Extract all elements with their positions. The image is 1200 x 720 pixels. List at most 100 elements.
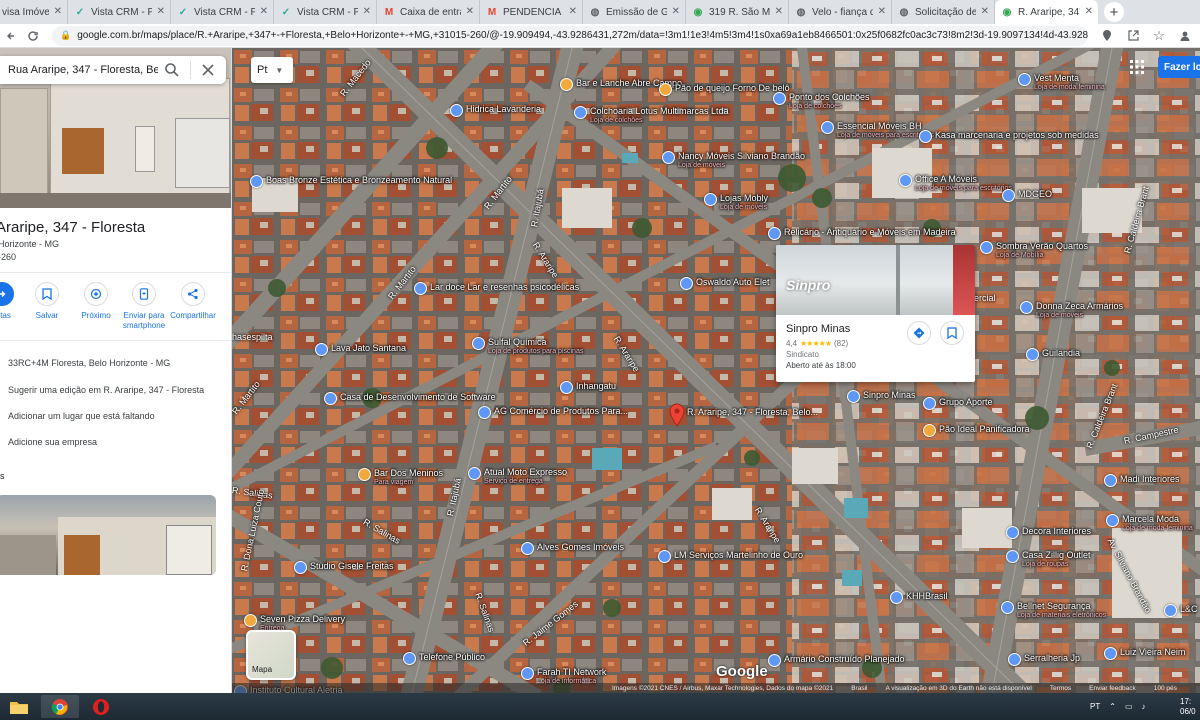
map-place-label[interactable]: Luiz Vieira Neim [1120, 647, 1185, 657]
browser-tab[interactable]: ◍ Solicitação de De ✕ [892, 0, 995, 24]
browser-tab[interactable]: ✓ Vista CRM - PREV ✕ [274, 0, 377, 24]
card-directions-button[interactable] [907, 321, 931, 345]
place-pin-icon[interactable] [899, 174, 912, 187]
new-tab-button[interactable]: + [1104, 2, 1124, 22]
keyboard-language[interactable]: PT [1090, 702, 1100, 711]
place-pin-icon[interactable] [1008, 653, 1021, 666]
map-place-label[interactable]: Sulfal Química Loja de produtos para pisc… [488, 337, 583, 357]
map-place-label[interactable]: MDGEO [1018, 189, 1052, 199]
place-pin-icon[interactable] [1164, 604, 1177, 617]
tab-close-icon[interactable]: ✕ [672, 6, 680, 17]
restaurant-pin-icon[interactable] [659, 83, 672, 96]
suggest-edit-link[interactable]: Sugerir uma edição em R. Araripe, 347 - … [8, 385, 204, 395]
place-pin-icon[interactable] [662, 151, 675, 164]
place-pin-icon[interactable] [1104, 474, 1117, 487]
place-pin-icon[interactable] [294, 561, 307, 574]
network-icon[interactable]: ▭ [1125, 702, 1133, 711]
card-save-button[interactable] [940, 321, 964, 345]
place-pin-icon[interactable] [574, 106, 587, 119]
place-pin-icon[interactable] [315, 343, 328, 356]
map-place-label[interactable]: Sinpro Minas [863, 390, 916, 400]
place-pin-icon[interactable] [847, 390, 860, 403]
map-place-label[interactable]: Nancy Móveis Silviano Brandão Loja de móv… [678, 151, 805, 171]
chevron-up-icon[interactable]: ⌃ [1109, 702, 1116, 711]
map-place-label[interactable]: Vest Menta Loja de moda feminina [1034, 73, 1105, 93]
map-place-label[interactable]: Telefone Público [419, 652, 485, 662]
place-pin-icon[interactable] [980, 241, 993, 254]
search-icon[interactable] [164, 62, 180, 78]
nearby-button[interactable]: Próximo [72, 282, 120, 321]
place-photo[interactable]: Sinpro [776, 245, 975, 315]
browser-tab[interactable]: ◍ Emissão de Guias ✕ [583, 0, 686, 24]
tab-close-icon[interactable]: ✕ [466, 6, 474, 17]
apps-grid-icon[interactable] [1130, 60, 1144, 74]
language-selector[interactable]: Pt ▼ [251, 57, 293, 83]
restaurant-pin-icon[interactable] [358, 468, 371, 481]
map-place-label[interactable]: KHHBrasil [906, 591, 948, 601]
map-place-label[interactable]: Casa Zillig Outlet Loja de roupas [1022, 550, 1091, 570]
restaurant-pin-icon[interactable] [244, 614, 257, 627]
map-place-label[interactable]: Kasa marcenaria e projetos sob medidas [935, 130, 1099, 140]
map-place-label[interactable]: Relicário - Antiquário e Móveis em Madei… [784, 227, 956, 237]
place-pin-icon[interactable] [1106, 514, 1119, 527]
plus-code-row[interactable]: 33RC+4M Floresta, Belo Horizonte - MG [8, 358, 170, 368]
chrome-icon[interactable] [41, 695, 79, 718]
place-pin-icon[interactable] [923, 397, 936, 410]
map-place-label[interactable]: Guilandia [1042, 348, 1080, 358]
place-pin-icon[interactable] [1104, 647, 1117, 660]
tab-close-icon[interactable]: ✕ [363, 6, 371, 17]
place-pin-icon[interactable] [468, 467, 481, 480]
opera-icon[interactable] [82, 695, 120, 718]
map-place-label[interactable]: Bellnet Segurança Loja de materiais eletr… [1017, 601, 1106, 621]
map-footer-item[interactable]: Termos [1050, 685, 1071, 692]
map-place-label[interactable]: Oswaldo Auto Elet [696, 277, 770, 287]
open-external-icon[interactable] [1122, 25, 1144, 47]
map-place-label[interactable]: Hidrica Lavanderia [466, 104, 541, 114]
browser-tab[interactable]: ◉ 319 R. São Manoel ✕ [686, 0, 789, 24]
place-pin-icon[interactable] [768, 227, 781, 240]
place-pin-icon[interactable] [919, 130, 932, 143]
map-place-label[interactable]: Lar doce Lar e resenhas psicodélicas [430, 282, 579, 292]
map-footer-item[interactable]: Enviar feedback [1089, 685, 1136, 692]
place-pin-icon[interactable] [521, 667, 534, 680]
browser-tab[interactable]: ◉ R. Araripe, 347 - ✕ [995, 0, 1098, 24]
tab-close-icon[interactable]: ✕ [1085, 6, 1093, 17]
map-place-label[interactable]: LM Serviços Martelinho de Ouro [674, 550, 803, 560]
map-place-label[interactable]: Alves Gomes Imóveis [537, 542, 624, 552]
map-place-label[interactable]: Pão de queijo Forno De belô [675, 83, 790, 93]
place-pin-icon[interactable] [1006, 526, 1019, 539]
add-business-link[interactable]: Adicione sua empresa [8, 437, 97, 447]
restaurant-pin-icon[interactable] [560, 78, 573, 91]
map-place-label[interactable]: Serralheria Jp [1024, 653, 1080, 663]
place-preview-card[interactable]: Sinpro Sinpro Minas 4,4 ★★★★★ (82) Sindi… [776, 245, 975, 382]
photo-thumbnail[interactable] [0, 495, 216, 575]
place-pin-icon[interactable] [450, 104, 463, 117]
map-place-label[interactable]: Bar Dos Meninos Para viagem [374, 468, 443, 488]
place-pin-icon[interactable] [1006, 550, 1019, 563]
browser-tab[interactable]: ✓ Vista CRM - PREV ✕ [171, 0, 274, 24]
place-pin-icon[interactable] [1026, 348, 1039, 361]
map-place-label[interactable]: AG Comércio de Produtos Para... [494, 406, 628, 416]
place-pin-icon[interactable] [1020, 301, 1033, 314]
place-pin-icon[interactable] [768, 654, 781, 667]
place-pin-icon[interactable] [1001, 601, 1014, 614]
tab-close-icon[interactable]: ✕ [157, 6, 165, 17]
send-to-phone-button[interactable]: Enviar para smartphone [120, 282, 168, 331]
place-pin-icon[interactable] [773, 92, 786, 105]
map-place-label[interactable]: Colchoaria Lotus Multimarcas Ltda Loja de… [590, 106, 729, 126]
place-pin-icon[interactable] [250, 175, 263, 188]
place-pin-icon[interactable] [324, 392, 337, 405]
place-pin-icon[interactable] [890, 591, 903, 604]
map-place-label[interactable]: Casa de Desenvolvimento de Software [340, 392, 496, 402]
map-place-label[interactable]: Pão Ideal Panificadora [939, 424, 1030, 434]
tab-close-icon[interactable]: ✕ [981, 6, 989, 17]
place-pin-icon[interactable] [658, 550, 671, 563]
map-place-label[interactable]: Lojas Mobly Loja de móveis [720, 193, 768, 213]
map-place-label[interactable]: Ponto dos Colchões Loja de colchões [789, 92, 870, 112]
map-place-label[interactable]: Office A Móveis Loja de móveis para escri… [915, 174, 1012, 194]
tab-close-icon[interactable]: ✕ [878, 6, 886, 17]
sign-in-button[interactable]: Fazer lo [1158, 56, 1200, 78]
place-pin-icon[interactable] [1002, 189, 1015, 202]
map-place-label[interactable]: Sombra Verão Quartos Loja de Mobília [996, 241, 1088, 261]
tab-close-icon[interactable]: ✕ [775, 6, 783, 17]
